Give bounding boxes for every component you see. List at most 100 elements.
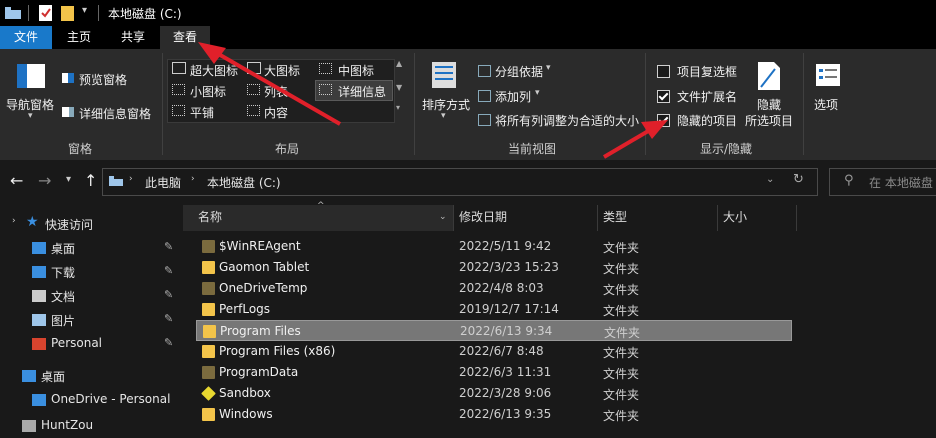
file-name: ProgramData xyxy=(219,365,299,379)
tab-home[interactable]: 主页 xyxy=(52,26,106,49)
breadcrumb-local-disk[interactable]: 本地磁盘 (C:) xyxy=(207,174,281,191)
column-header-name[interactable]: 名称 xyxy=(198,205,222,231)
ribbon-view: 导航窗格 ▾ 预览窗格 详细信息窗格 窗格 超大图标 大图标 中图标 小图标 列… xyxy=(0,49,936,160)
add-columns-button[interactable]: 添加列 xyxy=(495,88,531,105)
properties-icon[interactable] xyxy=(38,4,54,22)
new-folder-icon[interactable] xyxy=(60,4,76,22)
hide-selected-line1[interactable]: 隐藏 xyxy=(757,96,781,113)
size-columns-icon xyxy=(478,114,491,126)
file-modified-date: 2022/6/13 9:34 xyxy=(460,324,553,338)
gallery-scroll-down-icon[interactable]: ▼ xyxy=(396,83,402,92)
tab-view[interactable]: 查看 xyxy=(160,26,210,49)
options-button[interactable]: 选项 xyxy=(814,96,838,113)
customize-toolbar-chevron-icon[interactable]: ▾ xyxy=(82,5,87,16)
layout-small-icons[interactable]: 小图标 xyxy=(190,83,226,100)
sidebar-item[interactable]: Personal ✎ xyxy=(0,332,180,356)
folder-icon xyxy=(202,408,215,421)
add-columns-dropdown-icon[interactable]: ▾ xyxy=(535,88,540,98)
sidebar-item[interactable]: 下载 ✎ xyxy=(0,260,180,284)
column-divider[interactable] xyxy=(453,205,454,231)
layout-extra-large-icons[interactable]: 超大图标 xyxy=(190,62,238,79)
name-filter-chevron-icon[interactable]: ⌄ xyxy=(439,205,447,231)
hidden-items-label: 隐藏的项目 xyxy=(677,114,738,128)
column-header-type[interactable]: 类型 xyxy=(603,205,627,231)
breadcrumb-this-pc[interactable]: 此电脑 xyxy=(145,174,181,191)
back-arrow-icon[interactable]: ← xyxy=(10,171,23,190)
column-divider[interactable] xyxy=(796,205,797,231)
column-header-modified[interactable]: 修改日期 xyxy=(459,205,507,231)
file-row[interactable]: Gaomon Tablet 2022/3/23 15:23 文件夹 xyxy=(196,257,792,278)
sort-by-dropdown-icon[interactable]: ▾ xyxy=(441,111,446,121)
refresh-icon[interactable]: ↻ xyxy=(793,172,804,187)
group-by-button[interactable]: 分组依据 xyxy=(495,63,543,80)
up-arrow-icon[interactable]: ↑ xyxy=(84,171,97,190)
preview-pane-button[interactable]: 预览窗格 xyxy=(79,71,127,88)
layout-list[interactable]: 列表 xyxy=(264,83,288,100)
layout-tiles[interactable]: 平铺 xyxy=(190,104,214,121)
details-pane-button[interactable]: 详细信息窗格 xyxy=(79,105,151,122)
desktop-icon xyxy=(32,242,46,254)
gallery-expand-icon[interactable]: ▾ xyxy=(396,103,400,112)
recent-locations-chevron-icon[interactable]: ▾ xyxy=(66,174,71,185)
file-row[interactable]: Windows 2022/6/13 9:35 文件夹 xyxy=(196,404,792,425)
pin-icon[interactable]: ✎ xyxy=(164,312,173,325)
forward-arrow-icon[interactable]: → xyxy=(38,171,51,190)
file-type: 文件夹 xyxy=(603,283,640,297)
tab-share[interactable]: 共享 xyxy=(106,26,160,49)
search-box[interactable]: ⚲ 在 本地磁盘 xyxy=(829,168,936,196)
pin-icon[interactable]: ✎ xyxy=(164,240,173,253)
file-row[interactable]: Program Files (x86) 2022/6/7 8:48 文件夹 xyxy=(196,341,792,362)
sidebar-item[interactable]: OneDrive - Personal xyxy=(0,388,180,412)
group-by-dropdown-icon[interactable]: ▾ xyxy=(546,63,551,73)
breadcrumb-separator-icon[interactable]: › xyxy=(191,174,195,184)
extra-large-icons-icon xyxy=(172,62,186,74)
navigation-pane-dropdown-icon[interactable]: ▾ xyxy=(28,111,33,121)
picture-icon xyxy=(32,314,46,326)
file-row[interactable]: PerfLogs 2019/12/7 17:14 文件夹 xyxy=(196,299,792,320)
layout-large-icons[interactable]: 大图标 xyxy=(264,62,300,79)
details-view-icon xyxy=(319,84,332,95)
address-bar[interactable]: › 此电脑 › 本地磁盘 (C:) ⌄ ↻ xyxy=(102,168,818,196)
breadcrumb-separator-icon[interactable]: › xyxy=(129,174,133,184)
sandbox-folder-icon xyxy=(201,386,216,401)
hide-selected-line2[interactable]: 所选项目 xyxy=(745,112,793,129)
file-name: Sandbox xyxy=(219,386,271,400)
sidebar-item-label: OneDrive - Personal xyxy=(51,392,171,406)
sidebar-item[interactable]: 桌面 xyxy=(0,364,180,388)
gallery-scroll-up-icon[interactable]: ▲ xyxy=(396,59,402,68)
sort-by-icon xyxy=(432,62,456,88)
column-divider[interactable] xyxy=(717,205,718,231)
size-all-columns-button[interactable]: 将所有列调整为合适的大小 xyxy=(495,112,639,129)
file-row[interactable]: Sandbox 2022/3/28 9:06 文件夹 xyxy=(196,383,792,404)
file-row[interactable]: ProgramData 2022/6/3 11:31 文件夹 xyxy=(196,362,792,383)
pin-icon[interactable]: ✎ xyxy=(164,336,173,349)
folder-icon xyxy=(202,366,215,379)
layout-medium-icons[interactable]: 中图标 xyxy=(338,62,374,79)
layout-content[interactable]: 内容 xyxy=(264,104,288,121)
file-extensions-checkbox[interactable] xyxy=(657,90,670,103)
quick-access-toolbar-icon[interactable] xyxy=(4,6,24,20)
sidebar-item[interactable]: ★ 快速访问 › xyxy=(0,212,180,236)
sort-by-button[interactable]: 排序方式 xyxy=(422,96,470,113)
layout-details[interactable]: 详细信息 xyxy=(338,83,386,100)
column-header-size[interactable]: 大小 xyxy=(723,205,747,231)
expand-chevron-icon[interactable]: › xyxy=(12,216,16,226)
sidebar-item[interactable]: 图片 ✎ xyxy=(0,308,180,332)
address-history-chevron-icon[interactable]: ⌄ xyxy=(766,174,774,185)
item-checkboxes-checkbox[interactable] xyxy=(657,65,670,78)
sidebar-item[interactable]: 桌面 ✎ xyxy=(0,236,180,260)
pin-icon[interactable]: ✎ xyxy=(164,288,173,301)
column-divider[interactable] xyxy=(597,205,598,231)
hidden-items-checkbox[interactable] xyxy=(657,114,670,127)
tab-file[interactable]: 文件 xyxy=(0,26,52,49)
sidebar-item[interactable]: HuntZou xyxy=(0,414,180,438)
file-modified-date: 2019/12/7 17:14 xyxy=(459,302,559,316)
file-row[interactable]: OneDriveTemp 2022/4/8 8:03 文件夹 xyxy=(196,278,792,299)
file-name: Program Files (x86) xyxy=(219,344,336,358)
document-icon xyxy=(32,290,46,302)
file-row[interactable]: Program Files 2022/6/13 9:34 文件夹 xyxy=(196,320,792,341)
folder-icon xyxy=(202,240,215,253)
file-row[interactable]: $WinREAgent 2022/5/11 9:42 文件夹 xyxy=(196,236,792,257)
pin-icon[interactable]: ✎ xyxy=(164,264,173,277)
sidebar-item[interactable]: 文档 ✎ xyxy=(0,284,180,308)
